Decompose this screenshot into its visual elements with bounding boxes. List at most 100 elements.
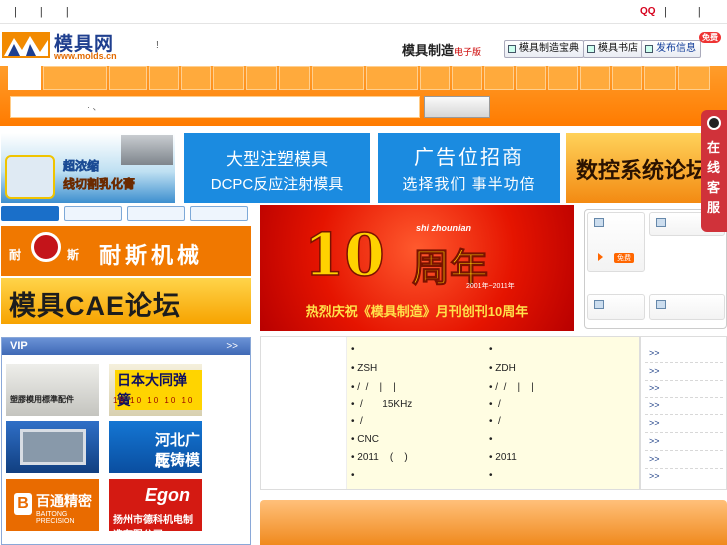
nav-tab[interactable] [452,66,482,90]
list-item[interactable]: • / [351,413,363,430]
nav-tab[interactable] [312,66,364,90]
store-icon [587,45,595,53]
cae-forum-ad[interactable]: 模具CAE论坛 [1,278,251,324]
nav-tab[interactable] [580,66,610,90]
more-link[interactable]: >> [649,415,660,432]
nav-tab[interactable] [279,66,310,90]
cae-text: 模具CAE论坛 [9,291,182,321]
search-input[interactable]: · 、 [10,96,420,118]
free-tag: 免费 [614,253,634,263]
more-link[interactable]: >> [649,363,660,380]
list-item[interactable]: • / 15KHz [351,396,412,413]
vip-5-sub: BAITONG PRECISION [36,511,75,525]
service-box-4[interactable] [649,294,725,320]
more-link[interactable]: >> [649,468,660,485]
more-link[interactable]: >> [649,380,660,397]
product-bucket-image [5,155,55,199]
document-icon [594,218,604,227]
vip-ad-hebei-guangqian[interactable]: 河北广乾 压铸模具 [109,421,202,473]
nav-tab[interactable] [246,66,277,90]
nav-tab[interactable] [612,66,642,90]
nav-tab[interactable] [366,66,418,90]
banner-injection-mold-ad[interactable]: 大型注塑模具 DCPC反应注射模具 [184,133,370,203]
nav-tab[interactable] [644,66,676,90]
list-item[interactable]: • ZSH [351,360,377,377]
list-item[interactable]: • [351,467,355,484]
anniversary-footer: 热烈庆祝《模具制造》月刊创刊10周年 [305,304,529,319]
list-item[interactable]: • / [489,413,501,430]
more-link[interactable]: >> [649,345,660,362]
online-service-float[interactable]: 在线客服 [701,110,727,232]
nav-tab[interactable] [516,66,546,90]
nav-tab[interactable] [548,66,578,90]
more-link[interactable]: >> [649,451,660,468]
nav-tab[interactable] [181,66,211,90]
bookstore-label: 模具书店 [598,43,638,54]
mold-frame-image [20,429,86,465]
mini-tab[interactable] [127,206,185,221]
service-box-1[interactable]: 免费 [587,212,645,272]
anniversary-number: 10 [303,220,385,290]
banner-3-line-1: 广告位招商 [414,147,524,169]
search-button[interactable] [424,96,490,118]
list-item[interactable]: • CNC [351,431,379,448]
top-left-links[interactable]: | | | [14,6,79,18]
magazine-title: 模具制造 [402,44,455,59]
banner-emulsion-ad[interactable]: 超浓缩 线切割乳化膏 [1,133,175,203]
nav-tab[interactable] [213,66,244,90]
nav-tab[interactable] [484,66,514,90]
list-item[interactable]: • [489,431,493,448]
vip-6-text: 扬州市德科机电制造有限公司 [113,515,193,531]
list-item[interactable]: • / / | | [351,379,396,396]
vip-ad-daido-spring[interactable]: 日本大同弹簧 10 10 10 10 10 [109,364,202,416]
publish-button[interactable]: 发布信息 [641,40,701,58]
nav-tab[interactable] [420,66,450,90]
vip-ad-baitong[interactable]: B 百通精密 BAITONG PRECISION [6,479,99,531]
list-item[interactable]: • [489,467,493,484]
list-item[interactable]: • [489,341,493,358]
magazine-link[interactable]: 模具制造电子版 [402,40,481,59]
main-nav: · 、 [0,66,727,126]
nais-machinery-ad[interactable]: 耐 斯 耐斯机械 [1,226,251,276]
anniversary-banner[interactable]: shi zhounian 10 周年 2001年~2011年 热烈庆祝《模具制造… [260,205,574,331]
nais-char-1: 耐 [9,248,22,262]
top-right-links[interactable]: | | [664,6,715,18]
nav-tab[interactable] [678,66,710,90]
mini-tab[interactable] [190,206,248,221]
vip-ad-egon[interactable]: Egon 扬州市德科机电制造有限公司 [109,479,202,531]
list-item[interactable]: • [351,341,355,358]
nav-tab[interactable] [109,66,147,90]
logo-url: www.molds.cn [54,51,117,61]
qq-link[interactable]: QQ [640,6,656,17]
bookstore-button[interactable]: 模具书店 [583,40,643,58]
vip-2-numbers: 10 10 10 10 10 [113,396,195,405]
nav-tab-home[interactable] [8,66,41,90]
vip-ad-mold-frame[interactable] [6,421,99,473]
nav-tab[interactable] [149,66,179,90]
nav-tab[interactable] [43,66,107,90]
vip-6-brand: Egon [145,485,190,505]
more-link[interactable]: >> [649,397,660,414]
nais-text: 耐斯机械 [99,243,204,268]
mini-tab-active[interactable] [1,206,59,221]
vip-more-link[interactable]: >> [226,338,238,355]
dictionary-button[interactable]: 模具制造宝典 [504,40,584,58]
site-logo[interactable]: 模具网 www.molds.cn [2,28,120,62]
list-item[interactable]: • ZDH [489,360,516,377]
baitong-logo-icon: B [14,493,32,515]
list-item[interactable]: • / [489,396,501,413]
vip-ad-standard-parts[interactable]: 塑膠模用標準配件 [6,364,99,416]
banner-ad-space[interactable]: 广告位招商 选择我们 事半功倍 [378,133,560,203]
list-item[interactable]: • 2011 ( ) [351,449,408,466]
dictionary-label: 模具制造宝典 [519,43,579,54]
more-links-panel: >> >> >> >> >> >> >> >> [640,336,727,490]
user-icon [594,300,604,309]
list-item[interactable]: • / / | | [489,379,534,396]
more-link[interactable]: >> [649,433,660,450]
service-box-3[interactable] [587,294,645,320]
header-mark: ! [156,40,159,51]
nais-logo-icon [31,232,61,262]
banner-3-line-2: 选择我们 事半功倍 [402,176,536,193]
mini-tab[interactable] [64,206,122,221]
list-item[interactable]: • 2011 [489,449,517,466]
